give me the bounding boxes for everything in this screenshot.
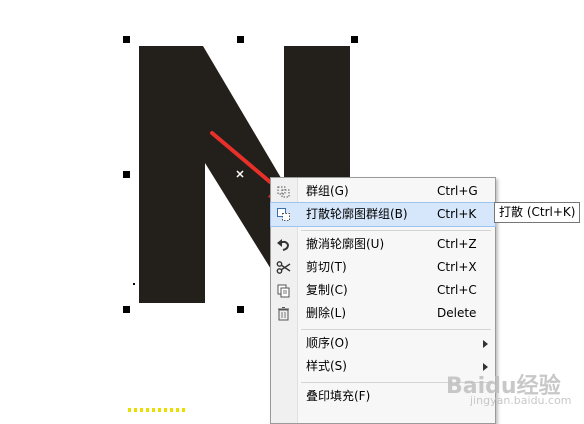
menu-item-shortcut: Ctrl+Z <box>437 237 477 251</box>
decorative-dots <box>128 408 186 412</box>
watermark-url: jingyan.baidu.com <box>470 394 572 407</box>
break-apart-icon <box>277 208 290 221</box>
menu-item-label: 删除(L) <box>306 306 347 320</box>
submenu-arrow-icon <box>483 340 488 348</box>
menu-item-delete[interactable]: 删除(L) Delete <box>271 302 495 325</box>
menu-separator <box>301 230 491 231</box>
menu-item-label: 叠印填充(F) <box>306 389 371 403</box>
menu-separator <box>301 329 491 330</box>
menu-item-label: 顺序(O) <box>306 336 349 350</box>
menu-item-undo-contour[interactable]: 撤消轮廓图(U) Ctrl+Z <box>271 233 495 256</box>
selection-handle-bottom-left[interactable] <box>123 306 130 313</box>
menu-item-shortcut: Ctrl+X <box>437 260 477 274</box>
menu-item-label: 群组(G) <box>306 184 349 198</box>
selection-handle-bottom-center[interactable] <box>237 306 244 313</box>
copy-icon <box>277 284 290 298</box>
menu-item-shortcut: Ctrl+C <box>437 283 477 297</box>
menu-item-label: 剪切(T) <box>306 260 347 274</box>
selection-handle-top-right[interactable] <box>351 36 358 43</box>
undo-icon <box>277 239 290 251</box>
menu-item-group[interactable]: 群组(G) Ctrl+G <box>271 180 495 203</box>
tooltip: 打散 (Ctrl+K) <box>494 202 581 223</box>
trash-icon <box>278 307 289 321</box>
scissors-icon <box>276 261 291 274</box>
menu-item-label: 复制(C) <box>306 283 348 297</box>
menu-item-shortcut: Ctrl+G <box>437 184 478 198</box>
menu-item-label: 样式(S) <box>306 359 347 373</box>
menu-item-copy[interactable]: 复制(C) Ctrl+C <box>271 279 495 302</box>
menu-item-break-contour-group[interactable]: 打散轮廓图群组(B) Ctrl+K <box>270 202 496 227</box>
selection-handle-middle-left[interactable] <box>123 171 130 178</box>
menu-item-cut[interactable]: 剪切(T) Ctrl+X <box>271 256 495 279</box>
menu-item-label: 撤消轮廓图(U) <box>306 237 385 251</box>
selection-handle-top-left[interactable] <box>123 36 130 43</box>
menu-item-label: 打散轮廓图群组(B) <box>306 207 408 221</box>
menu-item-shortcut: Ctrl+K <box>437 207 477 221</box>
selection-handle-top-center[interactable] <box>237 36 244 43</box>
menu-item-shortcut: Delete <box>437 306 477 320</box>
menu-item-order[interactable]: 顺序(O) <box>271 332 495 355</box>
group-icon <box>277 186 290 198</box>
node-dot <box>133 283 135 285</box>
